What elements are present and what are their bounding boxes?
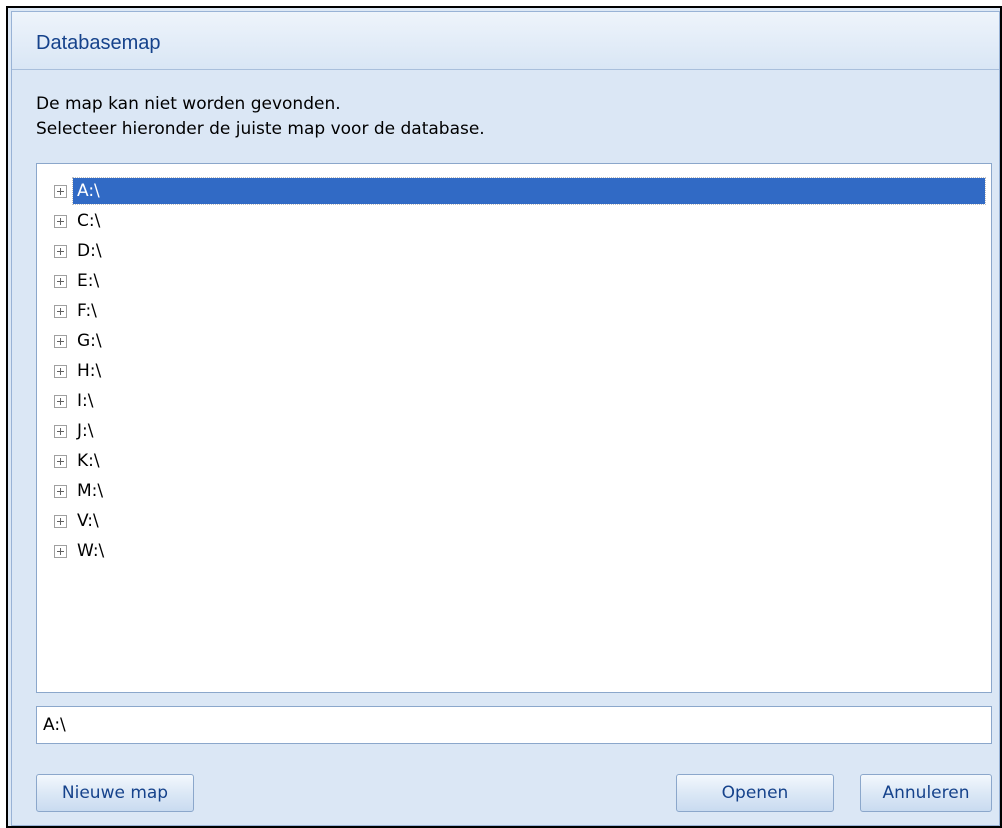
tree-item[interactable]: G:\ (37, 326, 991, 356)
tree-item-label[interactable]: F:\ (73, 298, 97, 324)
expand-plus-icon[interactable] (54, 185, 67, 198)
databasemap-dialog: Databasemap De map kan niet worden gevon… (11, 11, 1000, 826)
tree-item-label[interactable]: G:\ (73, 328, 102, 354)
expand-plus-icon[interactable] (54, 275, 67, 288)
expand-plus-icon[interactable] (54, 485, 67, 498)
new-folder-button[interactable]: Nieuwe map (36, 774, 194, 812)
tree-item[interactable]: A:\ (37, 176, 991, 206)
expand-plus-icon[interactable] (54, 245, 67, 258)
tree-item-label[interactable]: H:\ (73, 358, 101, 384)
tree-item[interactable]: J:\ (37, 416, 991, 446)
message-line-1: De map kan niet worden gevonden. (36, 94, 341, 114)
tree-item[interactable]: D:\ (37, 236, 991, 266)
tree-item-label[interactable]: V:\ (73, 508, 99, 534)
message-line-2: Selecteer hieronder de juiste map voor d… (36, 119, 485, 139)
expand-plus-icon[interactable] (54, 335, 67, 348)
tree-item-label[interactable]: C:\ (73, 208, 100, 234)
tree-item-label[interactable]: E:\ (73, 268, 99, 294)
tree-item-label[interactable]: I:\ (73, 388, 93, 414)
tree-item-label[interactable]: J:\ (73, 418, 93, 444)
title-bar: Databasemap (12, 12, 999, 70)
tree-item-label[interactable]: K:\ (73, 448, 100, 474)
expand-plus-icon[interactable] (54, 455, 67, 468)
tree-item-label[interactable]: M:\ (73, 478, 103, 504)
tree-item[interactable]: I:\ (37, 386, 991, 416)
expand-plus-icon[interactable] (54, 515, 67, 528)
dialog-title: Databasemap (36, 32, 161, 54)
path-input[interactable] (36, 706, 992, 744)
expand-plus-icon[interactable] (54, 425, 67, 438)
tree-item[interactable]: C:\ (37, 206, 991, 236)
tree-item[interactable]: H:\ (37, 356, 991, 386)
tree-item-label[interactable]: A:\ (72, 177, 986, 205)
folder-tree[interactable]: A:\ C:\ D:\ E:\ F:\ G:\ H:\ I:\ J:\ K:\ M:\ V:\ W:\ (36, 163, 992, 693)
tree-item[interactable]: E:\ (37, 266, 991, 296)
tree-item-label[interactable]: W:\ (73, 538, 104, 564)
expand-plus-icon[interactable] (54, 395, 67, 408)
expand-plus-icon[interactable] (54, 305, 67, 318)
expand-plus-icon[interactable] (54, 545, 67, 558)
tree-item[interactable]: W:\ (37, 536, 991, 566)
cancel-button[interactable]: Annuleren (860, 774, 992, 812)
expand-plus-icon[interactable] (54, 365, 67, 378)
tree-item-label[interactable]: D:\ (73, 238, 102, 264)
tree-item[interactable]: V:\ (37, 506, 991, 536)
open-button[interactable]: Openen (676, 774, 834, 812)
tree-item[interactable]: K:\ (37, 446, 991, 476)
message: De map kan niet worden gevonden. Selecte… (36, 92, 485, 142)
expand-plus-icon[interactable] (54, 215, 67, 228)
tree-item[interactable]: M:\ (37, 476, 991, 506)
tree-item[interactable]: F:\ (37, 296, 991, 326)
